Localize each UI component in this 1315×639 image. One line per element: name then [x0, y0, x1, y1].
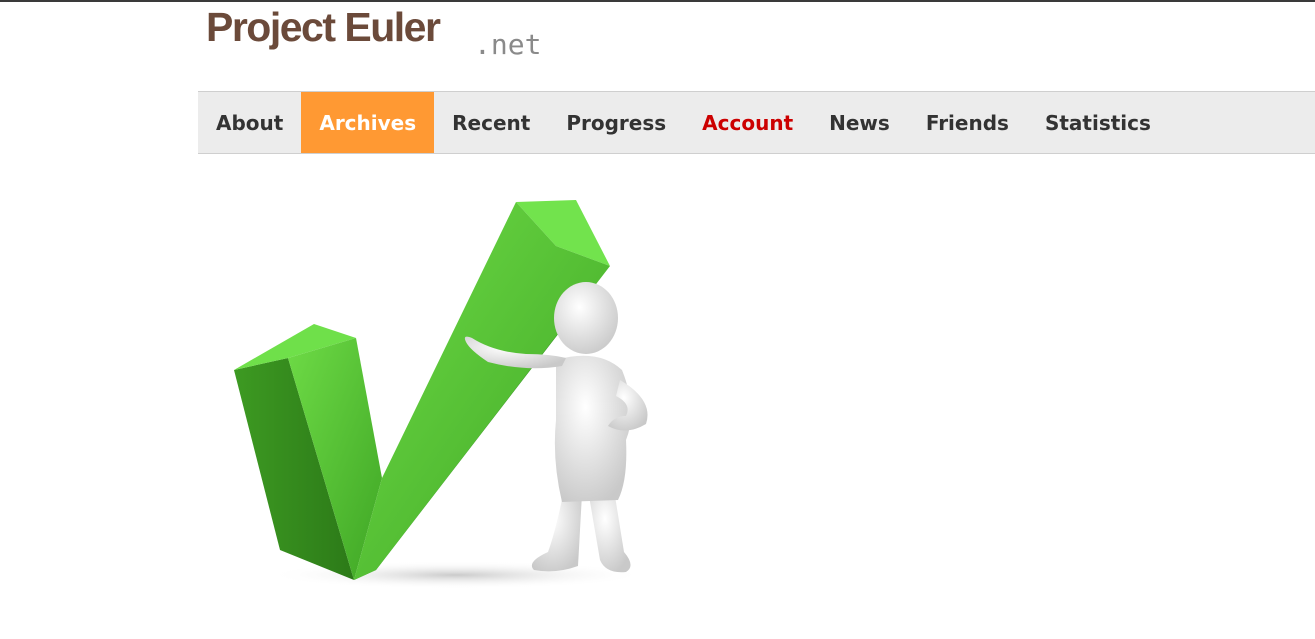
nav-item-statistics[interactable]: Statistics [1027, 92, 1169, 153]
nav-item-about[interactable]: About [198, 92, 301, 153]
nav-item-recent[interactable]: Recent [434, 92, 548, 153]
nav-item-news[interactable]: News [811, 92, 908, 153]
nav-item-archives[interactable]: Archives [301, 92, 435, 153]
site-logo[interactable]: Project Euler .net [206, 4, 586, 64]
checkmark-figure-icon [234, 200, 648, 589]
nav-item-friends[interactable]: Friends [908, 92, 1027, 153]
logo-title: Project Euler [206, 4, 441, 50]
logo-suffix: .net [474, 28, 542, 61]
nav-item-account[interactable]: Account [684, 92, 811, 153]
main-navigation: About Archives Recent Progress Account N… [198, 91, 1315, 154]
nav-item-progress[interactable]: Progress [548, 92, 684, 153]
top-border [0, 0, 1315, 2]
success-illustration [226, 190, 666, 590]
